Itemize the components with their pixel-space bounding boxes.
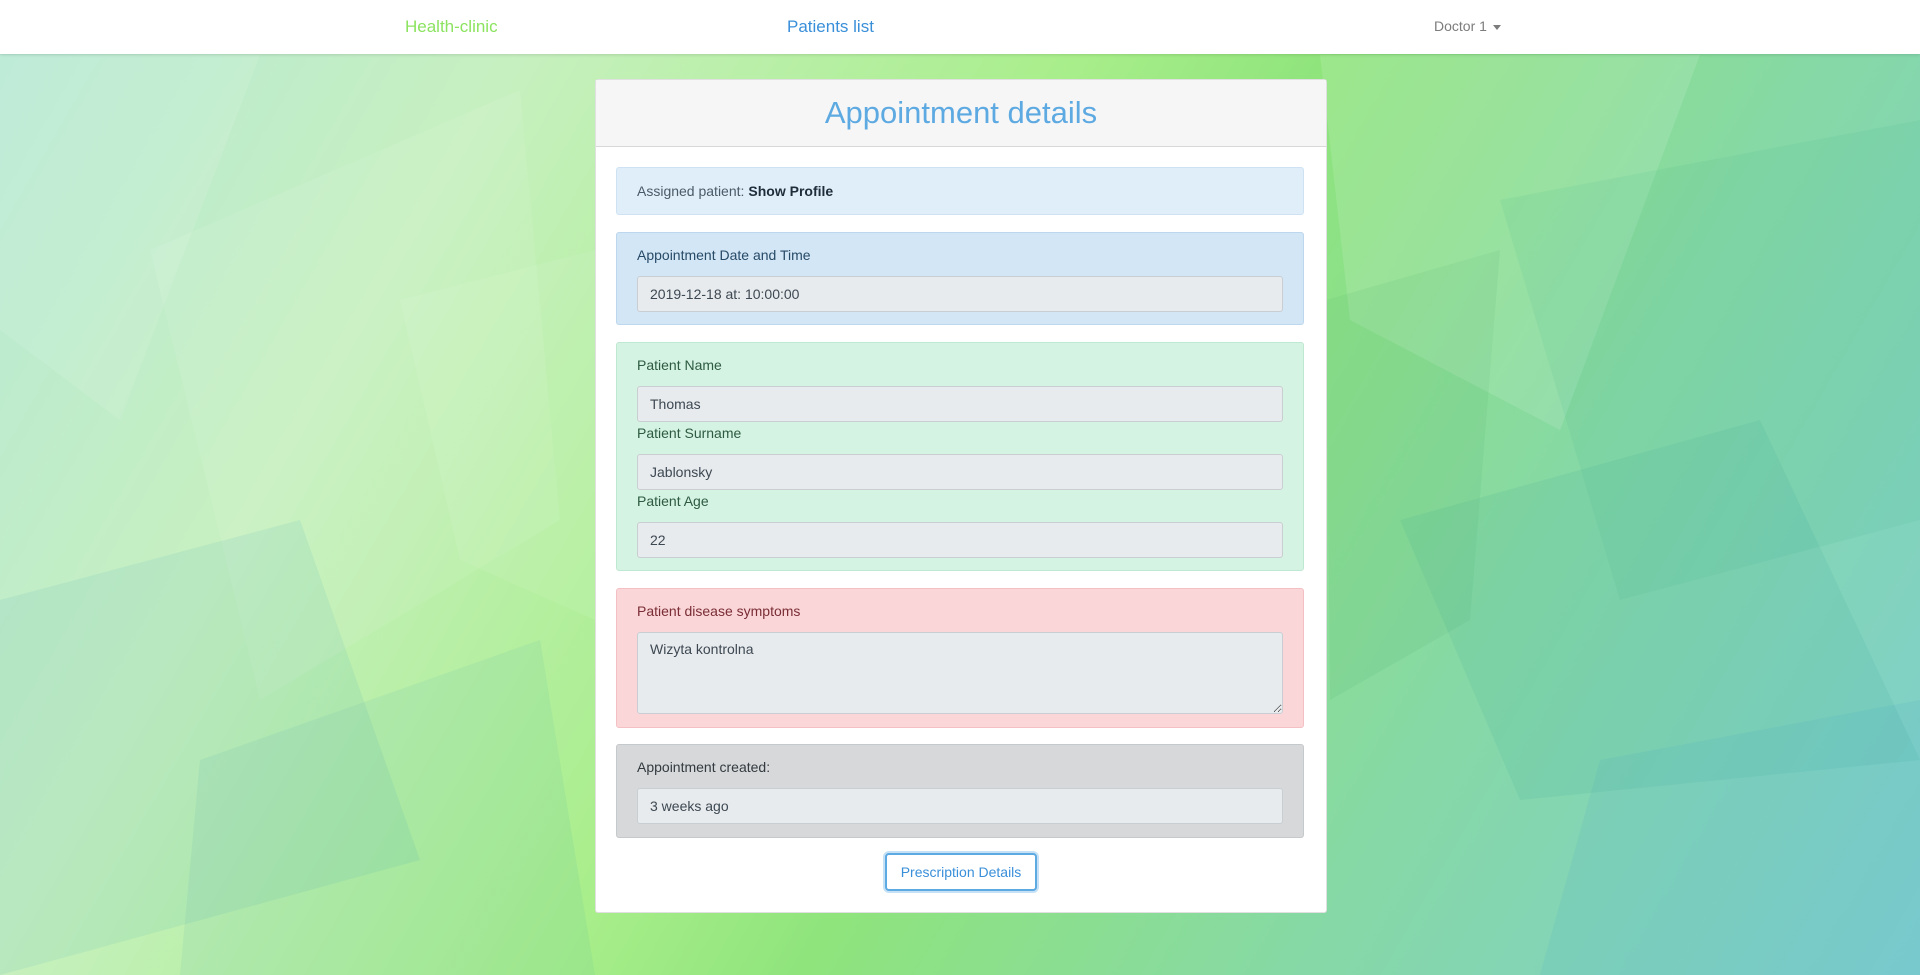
- appointment-datetime-field[interactable]: [637, 276, 1283, 312]
- page-title: Appointment details: [824, 95, 1098, 130]
- patient-surname-field[interactable]: [637, 454, 1283, 490]
- patient-info-panel: Patient Name Patient Surname Patient Age: [616, 342, 1304, 571]
- top-navbar: Health-clinic Patients list Doctor 1: [0, 0, 1920, 54]
- show-profile-link[interactable]: Show Profile: [748, 183, 833, 199]
- user-dropdown[interactable]: Doctor 1: [1434, 18, 1501, 34]
- caret-down-icon: [1492, 24, 1501, 30]
- prescription-details-button[interactable]: Prescription Details: [885, 853, 1037, 891]
- patient-age-field[interactable]: [637, 522, 1283, 558]
- appointment-card: Appointment details Assigned patient: Sh…: [595, 79, 1327, 913]
- patient-age-label: Patient Age: [637, 493, 709, 509]
- brand-link[interactable]: Health-clinic: [405, 17, 498, 37]
- card-header: Appointment details: [596, 80, 1326, 147]
- appointment-created-field[interactable]: [637, 788, 1283, 824]
- symptoms-label: Patient disease symptoms: [637, 603, 801, 619]
- assigned-patient-panel: Assigned patient: Show Profile: [616, 167, 1304, 215]
- symptoms-panel: Patient disease symptoms Wizyta kontroln…: [616, 588, 1304, 728]
- appointment-created-panel: Appointment created:: [616, 744, 1304, 838]
- user-dropdown-label: Doctor 1: [1434, 18, 1487, 34]
- patient-name-field[interactable]: [637, 386, 1283, 422]
- appointment-datetime-label: Appointment Date and Time: [637, 247, 811, 263]
- patient-surname-label: Patient Surname: [637, 425, 742, 441]
- appointment-created-label: Appointment created:: [637, 759, 771, 775]
- nav-patients-list[interactable]: Patients list: [787, 17, 874, 37]
- appointment-datetime-panel: Appointment Date and Time: [616, 232, 1304, 325]
- symptoms-textarea[interactable]: Wizyta kontrolna: [637, 632, 1283, 714]
- patient-name-label: Patient Name: [637, 357, 722, 373]
- assigned-patient-label: Assigned patient:: [637, 183, 745, 199]
